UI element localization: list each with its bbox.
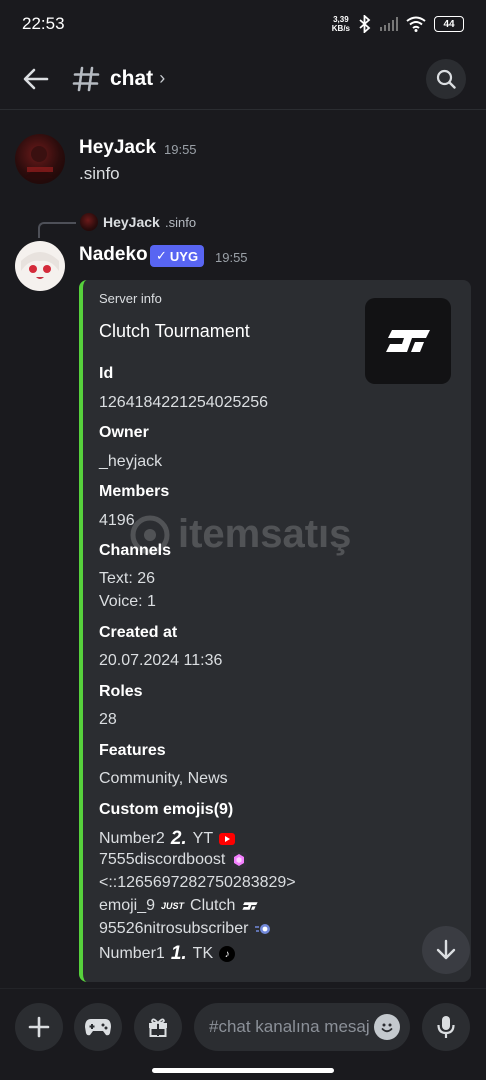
network-speed: 3,39 KB/s [332,15,350,33]
status-icons: 3,39 KB/s 44 [332,15,464,33]
emoji-line-nitro: 95526nitrosubscriber [99,920,272,938]
avatar-nadeko[interactable] [15,241,65,291]
message-input[interactable] [209,1017,369,1037]
emoji-name: emoji_9 [99,897,156,914]
message-content: .sinfo [79,164,120,183]
voice-message-button[interactable] [422,1003,470,1051]
emoji-name: Number2 [99,830,165,847]
app-badge: ✓ UYG [150,245,205,267]
gift-icon [149,1018,167,1037]
hash-icon [72,66,100,91]
field-channels-voice: Voice: 1 [99,593,156,610]
status-bar: 22:53 3,39 KB/s 44 [0,0,486,48]
search-button[interactable] [426,59,466,99]
field-members-value: 4196 [99,512,135,529]
tiktok-icon: ♪ [219,946,236,962]
emoji-label: YT [192,830,214,847]
reply-avatar [80,213,98,231]
wifi-icon [406,16,426,32]
field-channels-text: Text: 26 [99,570,156,587]
gift-button[interactable] [134,1003,182,1051]
emoji-line-discordboost: 7555discordboost [99,851,248,869]
just-emoji-icon: JUST [161,901,185,911]
field-owner-value: _heyjack [99,453,163,470]
emoji-line-number1: Number1 1. TK ♪ [99,943,236,965]
emoji-label: Clutch [190,897,236,914]
bluetooth-icon [359,15,371,33]
youtube-icon [219,833,236,845]
arrow-down-icon [436,939,456,960]
network-speed-value: 3,39 [333,15,349,24]
app-badge-label: UYG [169,248,199,264]
back-arrow-icon [23,68,49,89]
number1-emoji-icon: 1. [170,943,187,964]
field-id-value: 1264184221254025256 [99,394,269,411]
emoji-name: 7555discordboost [99,851,226,868]
field-emojis-name: Custom emojis(9) [99,801,234,818]
avatar-art [25,146,53,178]
message-timestamp: 19:55 [164,142,197,157]
number2-emoji-icon: 2. [170,828,187,849]
add-attachment-button[interactable] [15,1003,63,1051]
emoji-icon [381,1023,393,1033]
embed-title: Clutch Tournament [99,321,250,341]
avatar-art [21,252,59,279]
battery-icon: 44 [434,16,464,32]
emoji-label: TK [192,945,214,962]
message-input-box[interactable] [194,1003,410,1051]
clutch-emoji-icon [241,900,259,912]
search-icon [436,69,456,89]
emoji-line-number2: Number2 2. YT [99,828,236,850]
avatar-heyjack[interactable] [15,134,65,184]
embed-author: Server info [99,291,162,306]
jump-to-bottom-button[interactable] [422,926,470,974]
signal-icon [380,17,398,31]
field-roles-value: 28 [99,711,117,728]
reply-username[interactable]: HeyJack [103,214,160,230]
emoji-button[interactable] [374,1014,400,1040]
field-created-value: 20.07.2024 11:36 [99,652,223,669]
gamepad-icon [85,1019,111,1036]
field-created-name: Created at [99,624,178,641]
field-channels-name: Channels [99,542,172,559]
boost-gem-icon [231,852,248,868]
emoji-name: 95526nitrosubscriber [99,920,249,937]
server-icon[interactable] [365,298,451,384]
field-owner-name: Owner [99,424,149,441]
network-speed-unit: KB/s [331,24,350,33]
message-username[interactable]: HeyJack [79,137,156,159]
emoji-line-emoji9: emoji_9 JUST Clutch [99,897,259,915]
channel-name[interactable]: chat [110,67,153,91]
emoji-name: Number1 [99,945,165,962]
server-info-embed: Server info Clutch Tournament Id 1264184… [79,280,471,982]
clutch-logo-icon [386,330,430,352]
home-indicator[interactable] [152,1068,334,1073]
nitro-icon [254,923,272,935]
emoji-line-raw: <::1265697282750283829> [99,874,296,892]
field-roles-name: Roles [99,683,143,700]
plus-icon [28,1016,50,1038]
battery-level: 44 [443,18,455,30]
reply-content[interactable]: .sinfo [165,215,196,230]
channel-header: chat › [0,48,486,110]
back-button[interactable] [18,61,54,97]
reply-connector [38,222,76,238]
microphone-icon [437,1016,455,1038]
field-members-name: Members [99,483,170,500]
check-icon: ✓ [156,248,167,263]
field-features-name: Features [99,742,166,759]
message-timestamp: 19:55 [215,250,248,265]
message-username[interactable]: Nadeko [79,244,148,266]
emoji-raw-text: <::1265697282750283829> [99,874,296,891]
chevron-right-icon[interactable]: › [159,68,165,89]
status-time: 22:53 [22,14,65,33]
activities-button[interactable] [74,1003,122,1051]
field-id-name: Id [99,365,114,382]
message-composer [0,988,486,1080]
field-features-value: Community, News [99,770,228,787]
